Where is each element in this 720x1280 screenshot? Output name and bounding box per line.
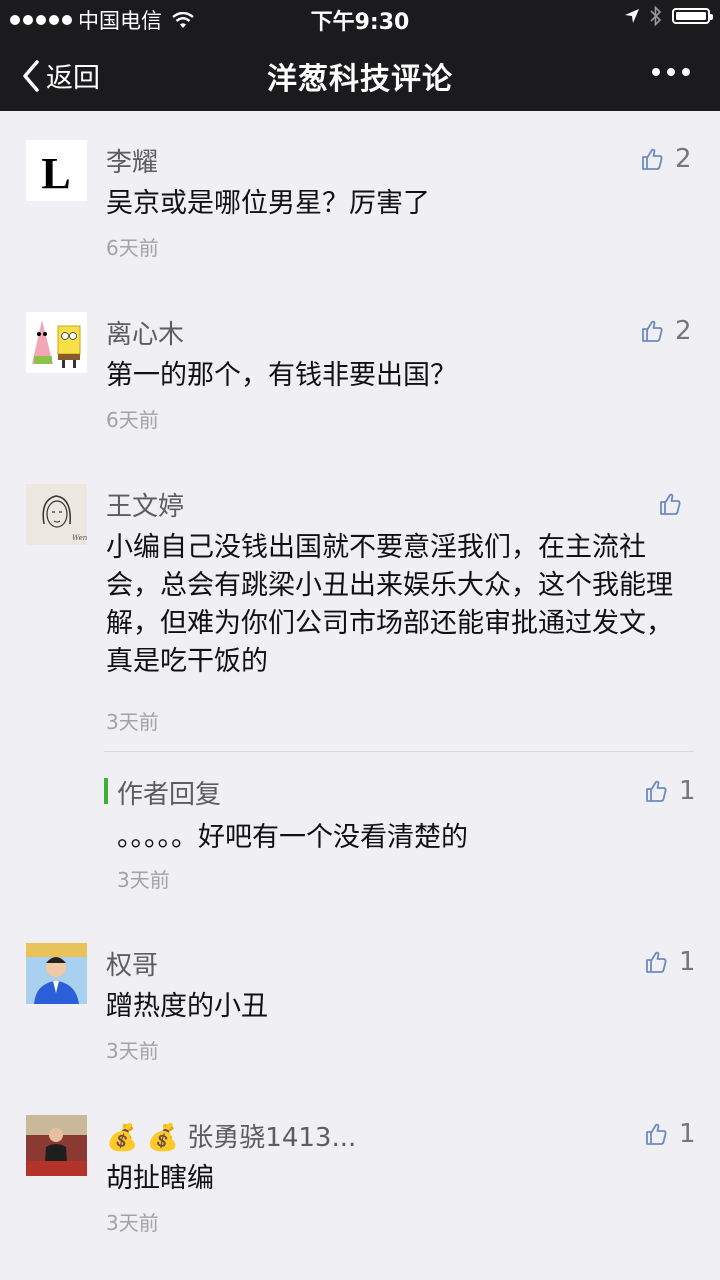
bluetooth-icon bbox=[650, 6, 662, 26]
reply-time: 3天前 bbox=[117, 868, 170, 892]
like-count: 1 bbox=[679, 776, 696, 806]
comment-text: 胡扯瞎编 bbox=[106, 1163, 214, 1194]
like-count: 2 bbox=[675, 316, 692, 346]
thumbs-up-icon bbox=[646, 1123, 667, 1145]
status-time: 下午9:30 bbox=[310, 10, 410, 35]
avatar: L bbox=[26, 140, 87, 201]
comment-author: 王文婷 bbox=[106, 492, 185, 522]
thumbs-up-icon bbox=[660, 493, 681, 515]
comment-author: 💰 💰 张勇骁1413... bbox=[106, 1123, 357, 1153]
page-title: 洋葱科技评论 bbox=[267, 62, 453, 97]
like-button[interactable]: 1 bbox=[645, 947, 696, 977]
comment-text: 小编自己没钱出国就不要意淫我们，在主流社会，总会有跳梁小丑出来娱乐大众，这个我能… bbox=[106, 532, 673, 677]
reply-text: 。。。。。好吧有一个没看清楚的 bbox=[117, 822, 468, 853]
like-button[interactable]: 1 bbox=[645, 776, 696, 806]
status-bar: 中国电信 下午9:30 bbox=[0, 0, 720, 36]
comment-time: 6天前 bbox=[106, 408, 159, 432]
like-count: 2 bbox=[675, 144, 692, 174]
top-bar: 中国电信 下午9:30 返回 洋葱科技评论 bbox=[0, 0, 720, 111]
comment-text: 第一的那个，有钱非要出国？ bbox=[106, 360, 457, 391]
location-icon bbox=[625, 9, 639, 23]
battery-icon bbox=[672, 8, 713, 24]
thumbs-up-icon bbox=[646, 780, 667, 802]
comment-time: 3天前 bbox=[106, 1039, 159, 1063]
like-button[interactable] bbox=[659, 492, 681, 516]
comment-text: 蹭热度的小丑 bbox=[106, 991, 268, 1022]
thumbs-up-icon bbox=[646, 951, 667, 973]
reply-divider bbox=[104, 751, 694, 752]
svg-text:Wendy: Wendy bbox=[72, 534, 87, 542]
more-button[interactable] bbox=[652, 68, 690, 76]
avatar: Wendy bbox=[26, 484, 87, 545]
avatar bbox=[26, 312, 87, 373]
nav-bar: 返回 洋葱科技评论 bbox=[0, 38, 720, 110]
comment-time: 6天前 bbox=[106, 236, 159, 260]
thumbs-up-icon bbox=[642, 148, 663, 170]
avatar bbox=[26, 943, 87, 1004]
thumbs-up-icon bbox=[642, 320, 663, 342]
avatar bbox=[26, 1115, 87, 1176]
like-button[interactable]: 2 bbox=[641, 316, 692, 346]
comment-time: 3天前 bbox=[106, 1211, 159, 1235]
comment-author: 李耀 bbox=[106, 148, 159, 178]
comment-time: 3天前 bbox=[106, 710, 159, 734]
comment-author: 权哥 bbox=[106, 951, 159, 981]
reply-marker bbox=[104, 778, 108, 804]
comment-text: 吴京或是哪位男星？厉害了 bbox=[106, 188, 430, 219]
svg-text:L: L bbox=[41, 149, 70, 198]
like-count: 1 bbox=[679, 947, 696, 977]
comment-author: 离心木 bbox=[106, 320, 185, 350]
like-button[interactable]: 2 bbox=[641, 144, 692, 174]
reply-label: 作者回复 bbox=[117, 780, 222, 810]
like-count: 1 bbox=[679, 1119, 696, 1149]
like-button[interactable]: 1 bbox=[645, 1119, 696, 1149]
